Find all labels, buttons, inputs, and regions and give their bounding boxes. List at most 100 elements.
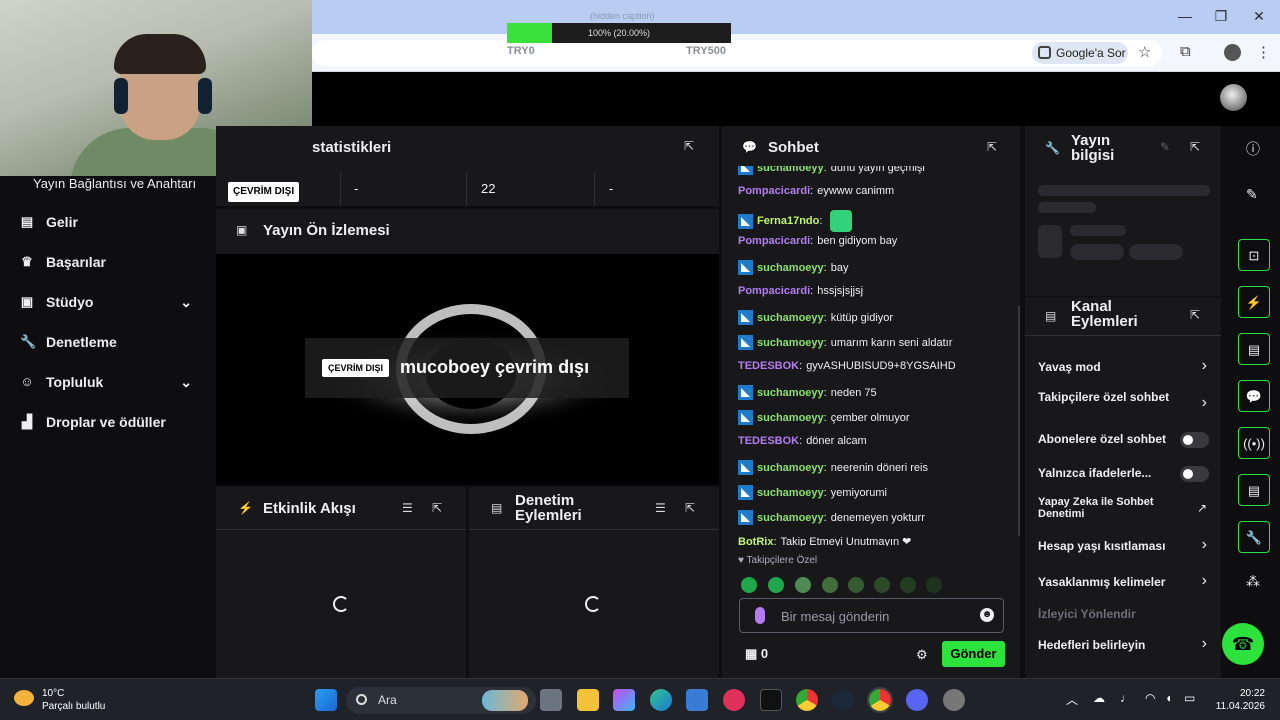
mic-icon[interactable]: ♩ <box>1120 691 1132 705</box>
store-icon[interactable] <box>686 689 708 711</box>
send-button[interactable]: Gönder <box>942 641 1005 667</box>
wifi-icon[interactable]: ◠ <box>1145 691 1155 705</box>
chat-username[interactable]: BotRix <box>738 536 773 547</box>
filter-icon[interactable]: ☰ <box>655 501 666 515</box>
filter-icon[interactable]: ☰ <box>402 501 413 515</box>
followers-only-chat[interactable]: Takipçilere özel sohbet <box>1038 390 1188 404</box>
nav-item-stream-keys[interactable]: Yayın Bağlantısı ve Anahtarı <box>33 176 196 191</box>
nav-item-denetleme[interactable]: 🔧 Denetleme <box>0 322 214 362</box>
emote-only-toggle[interactable] <box>1180 466 1209 482</box>
chevron-right-icon[interactable]: › <box>1202 536 1207 554</box>
windows-start-icon[interactable] <box>315 689 337 711</box>
chat-username[interactable]: suchamoeyy <box>757 462 824 474</box>
gear-icon[interactable]: ⚙ <box>916 647 928 663</box>
ai-chat-moderation[interactable]: Yapay Zeka ile Sohbet Denetimi <box>1038 496 1178 520</box>
nav-item-gelir[interactable]: ▤ Gelir <box>0 202 214 242</box>
copilot-icon[interactable] <box>613 689 635 711</box>
lightning-icon[interactable]: ⚡ <box>1238 286 1270 318</box>
channel-actions-icon[interactable]: ▤ <box>1238 474 1270 506</box>
chat-username[interactable]: Pompacicardi <box>738 185 810 197</box>
slow-mode[interactable]: Yavaş mod <box>1038 360 1208 374</box>
info-icon[interactable]: ⓘ <box>1246 139 1260 159</box>
apps-icon[interactable]: ⁂ <box>1246 573 1260 590</box>
battery-icon[interactable]: ▭ <box>1184 691 1195 705</box>
emoji-icon[interactable]: ☻ <box>980 608 994 622</box>
user-avatar[interactable] <box>1220 84 1247 111</box>
pencil-icon[interactable]: ✎ <box>1246 186 1258 203</box>
chat-username[interactable]: suchamoeyy <box>757 512 824 524</box>
set-goals[interactable]: Hedefleri belirleyin <box>1038 638 1145 652</box>
emote[interactable] <box>768 577 784 593</box>
nav-item-topluluk[interactable]: ☺ Topluluk ⌄ <box>0 362 214 402</box>
chrome-icon[interactable] <box>796 689 818 711</box>
chevron-right-icon[interactable]: › <box>1202 572 1207 590</box>
chat-username[interactable]: TEDESBOK <box>738 360 799 372</box>
subscribers-only-toggle[interactable] <box>1180 432 1209 448</box>
broadcast-icon[interactable]: ((•)) <box>1238 427 1270 459</box>
emote[interactable] <box>741 577 757 593</box>
edge-icon[interactable] <box>650 689 672 711</box>
popout-icon[interactable]: ⇱ <box>432 501 442 515</box>
chevron-right-icon[interactable]: › <box>1202 357 1207 375</box>
chat-username[interactable]: suchamoeyy <box>757 412 824 424</box>
nav-item-basarilar[interactable]: ♛ Başarılar <box>0 242 214 282</box>
taskbar-search[interactable]: Ara <box>346 687 536 714</box>
chat-username[interactable]: Ferna17ndo <box>757 215 819 227</box>
chat-username[interactable]: suchamoeyy <box>757 337 824 349</box>
account-age-restriction[interactable]: Hesap yaşı kısıtlaması <box>1038 539 1165 553</box>
chat-username[interactable]: suchamoeyy <box>757 312 824 324</box>
subscribers-only-chat[interactable]: Abonelere özel sohbet <box>1038 432 1166 446</box>
popout-icon[interactable]: ⇱ <box>1190 140 1200 154</box>
ask-google-button[interactable]: Google'a Sor <box>1032 42 1128 64</box>
obs-icon[interactable] <box>943 689 965 711</box>
menu-icon[interactable]: ⋮ <box>1256 43 1271 61</box>
chat-username[interactable]: TEDESBOK <box>738 435 799 447</box>
emote[interactable] <box>795 577 811 593</box>
pencil-icon[interactable]: ✎ <box>1160 140 1170 154</box>
emote[interactable] <box>822 577 838 593</box>
channel-points[interactable]: ▦ 0 <box>745 646 768 662</box>
restore-icon[interactable]: ❐ <box>1206 6 1236 26</box>
bookmark-star-icon[interactable]: ☆ <box>1138 43 1151 61</box>
emote[interactable] <box>848 577 864 593</box>
chat-username[interactable]: suchamoeyy <box>757 166 824 174</box>
external-link-icon[interactable]: ↗ <box>1197 501 1207 515</box>
chat-username[interactable]: suchamoeyy <box>757 487 824 499</box>
weather-widget[interactable]: 10°C Parçalı bulutlu <box>14 687 105 713</box>
nav-item-studyo[interactable]: ▣ Stüdyo ⌄ <box>0 282 214 322</box>
emote[interactable] <box>926 577 942 593</box>
popout-icon[interactable]: ⇱ <box>987 140 997 154</box>
chevron-right-icon[interactable]: › <box>1202 394 1207 412</box>
popout-icon[interactable]: ⇱ <box>685 501 695 515</box>
close-icon[interactable]: ✕ <box>1244 6 1274 26</box>
emote-only-chat[interactable]: Yalnızca ifadelerle... <box>1038 466 1151 480</box>
popout-icon[interactable]: ⇱ <box>1190 308 1200 322</box>
cloud-icon[interactable]: ☁ <box>1093 691 1105 705</box>
task-view-icon[interactable] <box>540 689 562 711</box>
nav-item-droplar[interactable]: ▟ Droplar ve ödüller <box>0 402 214 442</box>
clock[interactable]: 20:22 11.04.2026 <box>1205 687 1265 713</box>
mic-icon[interactable] <box>755 607 765 624</box>
discord-icon[interactable] <box>906 689 928 711</box>
minimize-icon[interactable]: — <box>1170 6 1200 26</box>
chat-username[interactable]: suchamoeyy <box>757 262 824 274</box>
help-icon[interactable]: ☎ <box>1222 623 1264 665</box>
epic-games-icon[interactable] <box>760 689 782 711</box>
camera-icon[interactable]: ⊡ <box>1238 239 1270 271</box>
extensions-icon[interactable]: ⧉ <box>1180 43 1191 60</box>
chat-username[interactable]: Pompacicardi <box>738 235 810 247</box>
steam-icon[interactable] <box>832 689 854 711</box>
chat-scrollbar[interactable] <box>1018 306 1020 536</box>
chat-bubble-icon[interactable]: 💬 <box>1238 380 1270 412</box>
media-player-icon[interactable] <box>723 689 745 711</box>
profile-avatar[interactable] <box>1224 44 1241 61</box>
document-icon[interactable]: ▤ <box>1238 333 1270 365</box>
emote[interactable] <box>900 577 916 593</box>
file-explorer-icon[interactable] <box>577 689 599 711</box>
wrench-icon[interactable]: 🔧 <box>1238 521 1270 553</box>
chat-input[interactable]: Bir mesaj gönderin ☻ <box>739 598 1004 633</box>
popout-icon[interactable]: ⇱ <box>684 139 694 153</box>
chat-username[interactable]: Pompacicardi <box>738 285 810 297</box>
volume-icon[interactable]: ◖ <box>1165 691 1172 705</box>
chevron-right-icon[interactable]: › <box>1202 635 1207 653</box>
